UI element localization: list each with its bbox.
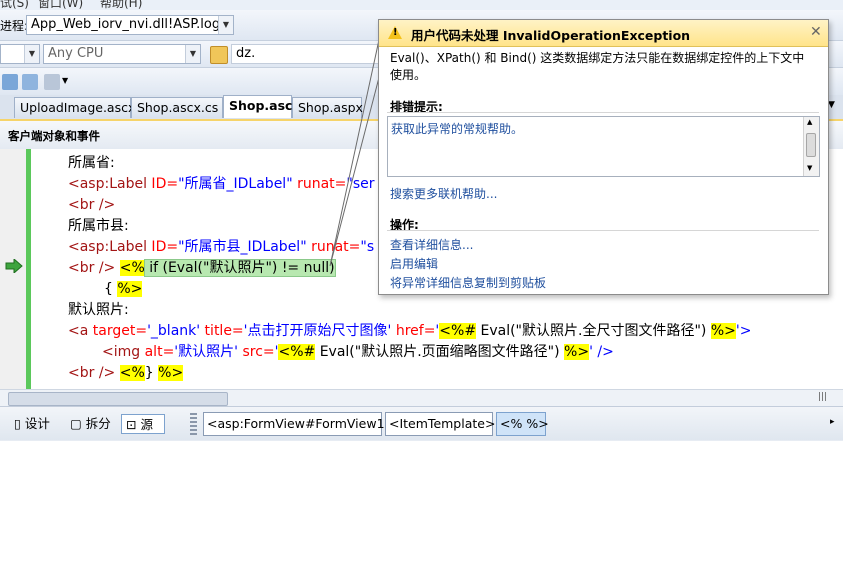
screenshot-reflection: <br /> <%} %> <img alt='默认照片' src='<%# E… [0, 316, 843, 440]
platform-combo[interactable]: Any CPU ▼ [43, 44, 201, 64]
code-line: 所属市县: [68, 218, 129, 234]
tab-uploadimage[interactable]: UploadImage.ascx [14, 97, 135, 118]
process-combo[interactable]: App_Web_iorv_nvi.dll!ASP.logo ▼ [26, 15, 234, 35]
chevron-down-icon[interactable]: ▼ [828, 100, 835, 110]
step-icon[interactable] [2, 74, 18, 90]
menu-item-help[interactable]: 帮助(H) [100, 0, 142, 10]
exception-assistant: ! 用户代码未处理 InvalidOperationException ✕ Ev… [378, 19, 829, 295]
menu-bar: 试(S) 窗口(W) 帮助(H) [0, 0, 843, 10]
exception-title: 用户代码未处理 InvalidOperationException [411, 28, 691, 43]
process-label: 进程: [0, 19, 29, 33]
search-online-help-link[interactable]: 搜索更多联机帮助... [390, 185, 497, 202]
chevron-down-icon[interactable]: ▼ [24, 45, 39, 63]
code-line: <asp:Label ID="所属省_IDLabel" runat="ser [68, 176, 375, 192]
exception-message: Eval()、XPath() 和 Bind() 这类数据绑定方法只能在数据绑定控… [390, 51, 805, 82]
scroll-up-icon[interactable]: ▲ [807, 118, 812, 126]
object-selector-label: 客户端对象和事件 [8, 129, 100, 143]
code-line: <br /> [68, 197, 116, 213]
divider [387, 230, 819, 231]
comment-icon[interactable] [44, 74, 60, 90]
troubleshooting-tips-list[interactable]: 获取此异常的常规帮助。 ▲ ▼ [387, 116, 820, 177]
scroll-down-icon[interactable]: ▼ [807, 164, 812, 172]
chevron-down-icon[interactable]: ▼ [185, 45, 200, 63]
close-icon[interactable]: ✕ [810, 24, 822, 40]
config-combo[interactable]: ▼ [0, 44, 40, 64]
tips-scrollbar[interactable]: ▲ ▼ [803, 117, 819, 176]
copy-exception-link[interactable]: 将异常详细信息复制到剪贴板 [390, 274, 546, 291]
tab-shop-aspx[interactable]: Shop.aspx [292, 97, 363, 118]
general-help-link[interactable]: 获取此异常的常规帮助。 [391, 120, 523, 137]
folder-open-icon[interactable] [210, 46, 228, 64]
find-combo[interactable]: dz. [231, 44, 381, 64]
enable-editing-link[interactable]: 启用编辑 [390, 255, 438, 272]
exception-header: ! 用户代码未处理 InvalidOperationException ✕ [379, 20, 828, 47]
code-line: { %> [104, 281, 143, 297]
find-value: dz. [236, 46, 256, 61]
divider [387, 112, 819, 113]
chevron-down-icon[interactable]: ▼ [62, 76, 68, 85]
current-statement-line: <br /> <% if (Eval("默认照片") != null) [68, 259, 336, 277]
view-detail-link[interactable]: 查看详细信息... [390, 236, 473, 253]
reflection-fade [0, 440, 843, 564]
code-line: <asp:Label ID="所属市县_IDLabel" runat="s [68, 239, 375, 255]
chevron-down-icon[interactable]: ▼ [218, 16, 233, 34]
current-statement-highlight: if (Eval("默认照片") != null) [143, 259, 336, 277]
scrollbar-thumb[interactable] [806, 133, 816, 157]
tab-shop-ascx[interactable]: Shop.ascx [223, 95, 301, 118]
warning-icon: ! [388, 26, 402, 39]
process-value: App_Web_iorv_nvi.dll!ASP.logo [31, 17, 229, 32]
tab-shop-ascx-cs[interactable]: Shop.ascx.cs [131, 97, 223, 118]
bookmark-icon[interactable] [22, 74, 38, 90]
menu-item-window[interactable]: 窗口(W) [38, 0, 83, 10]
platform-value: Any CPU [48, 46, 104, 61]
menu-item-debug[interactable]: 试(S) [0, 0, 29, 10]
code-line: 所属省: [68, 155, 115, 171]
current-statement-arrow-icon [5, 259, 23, 273]
